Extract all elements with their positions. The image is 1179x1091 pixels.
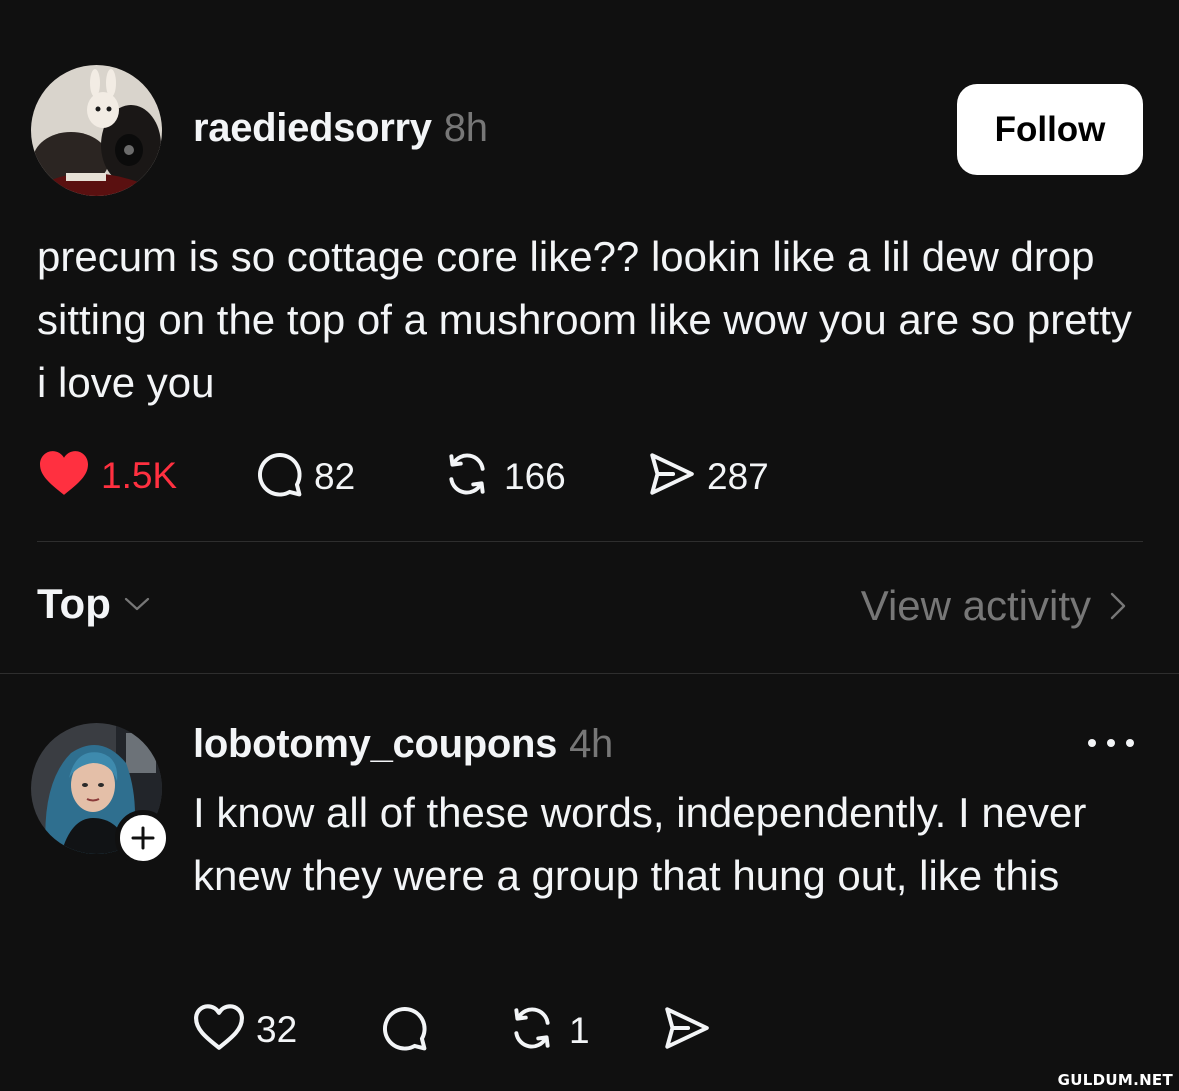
post-time: 8h [443,106,488,150]
reply-share-button[interactable] [660,1003,712,1058]
sort-divider [0,673,1179,674]
view-activity-link[interactable]: View activity [861,582,1127,630]
plus-icon [130,825,156,851]
post-author-avatar[interactable] [31,65,162,196]
ellipsis-dot [1126,739,1134,747]
post-body-text: precum is so cottage core like?? lookin … [37,233,1132,406]
reply-author-username[interactable]: lobotomy_coupons 4h [193,722,613,767]
reply-like-button[interactable]: 32 [192,1003,297,1056]
post-author-username[interactable]: raediedsorry 8h [193,106,488,151]
comment-button[interactable]: 82 [254,449,355,504]
paper-plane-icon [645,449,697,504]
like-count: 1.5K [101,454,178,496]
heart-filled-icon [37,449,91,502]
ellipsis-dot [1088,739,1096,747]
reply-time: 4h [569,722,613,766]
speech-bubble-icon [379,1003,429,1058]
reply-repost-count: 1 [569,1009,590,1051]
speech-bubble-icon [254,449,304,504]
comment-count: 82 [314,455,356,497]
heart-icon [192,1003,246,1056]
reply-comment-button[interactable] [379,1003,429,1058]
repost-arrows-icon [505,1003,559,1058]
paper-plane-icon [660,1003,712,1058]
post-divider [37,541,1143,542]
reply-repost-button[interactable]: 1 [505,1003,590,1058]
sort-label: Top [37,580,111,627]
repost-arrows-icon [440,449,494,504]
chevron-right-icon [1109,590,1127,622]
watermark: GULDUM.NET [1057,1071,1173,1089]
reply-body-text: I know all of these words, independently… [193,789,1087,899]
share-count: 287 [707,455,769,497]
view-activity-label: View activity [860,582,1091,629]
sort-dropdown[interactable]: Top [37,580,151,628]
repost-button[interactable]: 166 [440,449,566,504]
like-button[interactable]: 1.5K [37,449,177,502]
ellipsis-icon[interactable] [1088,728,1134,758]
chevron-down-icon [123,594,151,614]
follow-reply-author-button[interactable] [115,810,171,866]
reply-like-count: 32 [256,1008,298,1050]
reply-author-name[interactable]: lobotomy_coupons [193,722,557,766]
ellipsis-dot [1107,739,1115,747]
follow-button[interactable]: Follow [957,84,1143,175]
share-button[interactable]: 287 [645,449,769,504]
post-author-name[interactable]: raediedsorry [193,106,432,150]
repost-count: 166 [504,455,566,497]
